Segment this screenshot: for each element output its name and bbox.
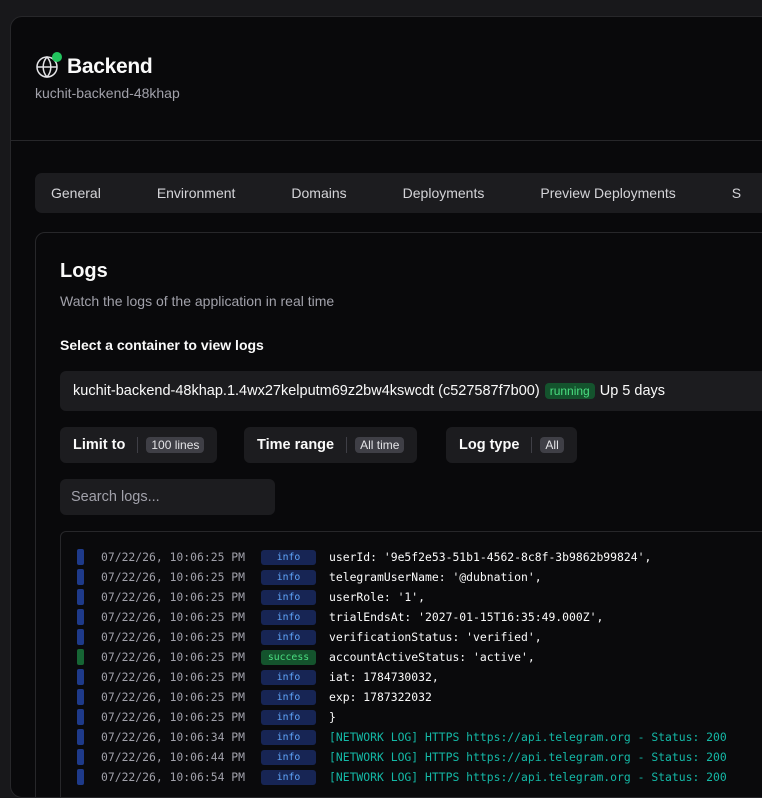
log-timestamp: 07/22/26, 10:06:25 PM	[101, 670, 246, 684]
log-message: trialEndsAt: '2027-01-15T16:35:49.000Z',	[329, 610, 604, 624]
time-range-filter-button[interactable]: Time range All time	[244, 427, 418, 463]
log-level-badge: success	[261, 649, 316, 665]
log-message: }	[329, 710, 336, 724]
log-line: 07/22/26, 10:06:25 PM info iat: 1784730032…	[77, 667, 439, 687]
log-timestamp: 07/22/26, 10:06:25 PM	[101, 590, 246, 604]
time-range-filter-value: All time	[355, 437, 405, 453]
tab-overflow[interactable]: S	[732, 185, 741, 201]
log-level-indicator	[77, 649, 84, 665]
log-level-indicator	[77, 689, 84, 705]
log-message: telegramUserName: '@dubnation',	[329, 570, 542, 584]
log-timestamp: 07/22/26, 10:06:25 PM	[101, 650, 246, 664]
log-line: 07/22/26, 10:06:34 PM info [NETWORK LOG] H…	[77, 727, 727, 747]
container-select-label: Select a container to view logs	[60, 337, 264, 353]
log-level-badge: info	[261, 669, 316, 685]
log-level-badge: info	[261, 729, 316, 745]
log-message: userId: '9e5f2e53-51b1-4562-8c8f-3b9862b…	[329, 550, 652, 564]
container-state-badge: running	[544, 383, 595, 399]
log-level-indicator	[77, 629, 84, 645]
limit-filter-value: 100 lines	[146, 437, 205, 453]
log-timestamp: 07/22/26, 10:06:25 PM	[101, 710, 246, 724]
log-message: accountActiveStatus: 'active',	[329, 650, 535, 664]
log-timestamp: 07/22/26, 10:06:44 PM	[101, 750, 246, 764]
log-level-indicator	[77, 589, 84, 605]
log-level-badge: info	[261, 629, 316, 645]
service-header: Backend kuchit-backend-48khap	[35, 52, 180, 101]
log-message: iat: 1784730032,	[329, 670, 439, 684]
page-title: Backend	[67, 55, 153, 78]
tab-bar: General Environment Domains Deployments …	[35, 173, 762, 213]
filter-separator	[346, 437, 348, 453]
log-line: 07/22/26, 10:06:25 PM info telegramUserNam…	[77, 567, 542, 587]
log-level-badge: info	[261, 569, 316, 585]
log-message: userRole: '1',	[329, 590, 426, 604]
log-message: [NETWORK LOG] HTTPS https://api.telegram…	[329, 730, 727, 744]
divider	[11, 140, 762, 141]
log-line: 07/22/26, 10:06:25 PM info exp: 1787322032	[77, 687, 432, 707]
log-timestamp: 07/22/26, 10:06:25 PM	[101, 550, 246, 564]
log-message: exp: 1787322032	[329, 690, 432, 704]
container-uptime: Up 5 days	[599, 383, 666, 399]
log-timestamp: 07/22/26, 10:06:25 PM	[101, 570, 246, 584]
log-timestamp: 07/22/26, 10:06:25 PM	[101, 690, 246, 704]
limit-filter-label: Limit to	[73, 437, 126, 453]
search-logs-input[interactable]	[60, 479, 275, 515]
log-level-badge: info	[261, 769, 316, 785]
log-level-badge: info	[261, 709, 316, 725]
log-message: [NETWORK LOG] HTTPS https://api.telegram…	[329, 770, 727, 784]
log-timestamp: 07/22/26, 10:06:54 PM	[101, 770, 246, 784]
log-line: 07/22/26, 10:06:25 PM info userRole: '1',	[77, 587, 425, 607]
log-level-indicator	[77, 669, 84, 685]
log-level-indicator	[77, 709, 84, 725]
log-level-badge: info	[261, 749, 316, 765]
log-level-badge: info	[261, 549, 316, 565]
logs-card: Logs Watch the logs of the application i…	[35, 232, 762, 797]
log-line: 07/22/26, 10:06:25 PM info trialEndsAt: '2…	[77, 607, 603, 627]
log-level-indicator	[77, 609, 84, 625]
logs-title: Logs	[60, 260, 108, 282]
log-type-filter-button[interactable]: Log type All	[446, 427, 577, 463]
log-level-badge: info	[261, 609, 316, 625]
globe-icon	[35, 52, 62, 79]
tab-domains[interactable]: Domains	[291, 185, 346, 201]
limit-filter-button[interactable]: Limit to 100 lines	[60, 427, 218, 463]
log-level-badge: info	[261, 689, 316, 705]
log-level-indicator	[77, 549, 84, 565]
status-dot	[52, 52, 62, 62]
time-range-filter-label: Time range	[257, 437, 335, 453]
logs-description: Watch the logs of the application in rea…	[60, 293, 335, 309]
tab-environment[interactable]: Environment	[157, 185, 236, 201]
tab-general[interactable]: General	[51, 185, 101, 201]
service-name: kuchit-backend-48khap	[35, 85, 180, 101]
log-line: 07/22/26, 10:06:25 PM info}	[77, 707, 336, 727]
tab-preview-deployments[interactable]: Preview Deployments	[540, 185, 675, 201]
log-line: 07/22/26, 10:06:25 PM info userId: '9e5f2e…	[77, 547, 651, 567]
log-type-filter-label: Log type	[459, 437, 520, 453]
log-type-filter-value: All	[540, 437, 564, 453]
log-level-indicator	[77, 769, 84, 785]
log-message: [NETWORK LOG] HTTPS https://api.telegram…	[329, 750, 727, 764]
log-line: 07/22/26, 10:06:44 PM info [NETWORK LOG] H…	[77, 747, 727, 767]
log-timestamp: 07/22/26, 10:06:25 PM	[101, 610, 246, 624]
log-line: 07/22/26, 10:06:25 PM success accountActiv…	[77, 647, 535, 667]
filter-separator	[531, 437, 533, 453]
log-level-indicator	[77, 569, 84, 585]
tab-deployments[interactable]: Deployments	[403, 185, 485, 201]
container-name: kuchit-backend-48khap.1.4wx27kelputm69z2…	[73, 383, 540, 399]
log-timestamp: 07/22/26, 10:06:25 PM	[101, 630, 246, 644]
log-timestamp: 07/22/26, 10:06:34 PM	[101, 730, 246, 744]
log-level-badge: info	[261, 589, 316, 605]
log-viewer[interactable]: 07/22/26, 10:06:25 PM info userId: '9e5f2e…	[60, 531, 762, 797]
log-level-indicator	[77, 729, 84, 745]
filter-separator	[137, 437, 139, 453]
log-message: verificationStatus: 'verified',	[329, 630, 542, 644]
log-level-indicator	[77, 749, 84, 765]
container-select[interactable]: kuchit-backend-48khap.1.4wx27kelputm69z2…	[60, 371, 762, 411]
log-line: 07/22/26, 10:06:25 PM info verificationSta…	[77, 627, 542, 647]
app-window: Backend kuchit-backend-48khap General En…	[10, 16, 762, 798]
log-line: 07/22/26, 10:06:54 PM info [NETWORK LOG] H…	[77, 767, 727, 787]
